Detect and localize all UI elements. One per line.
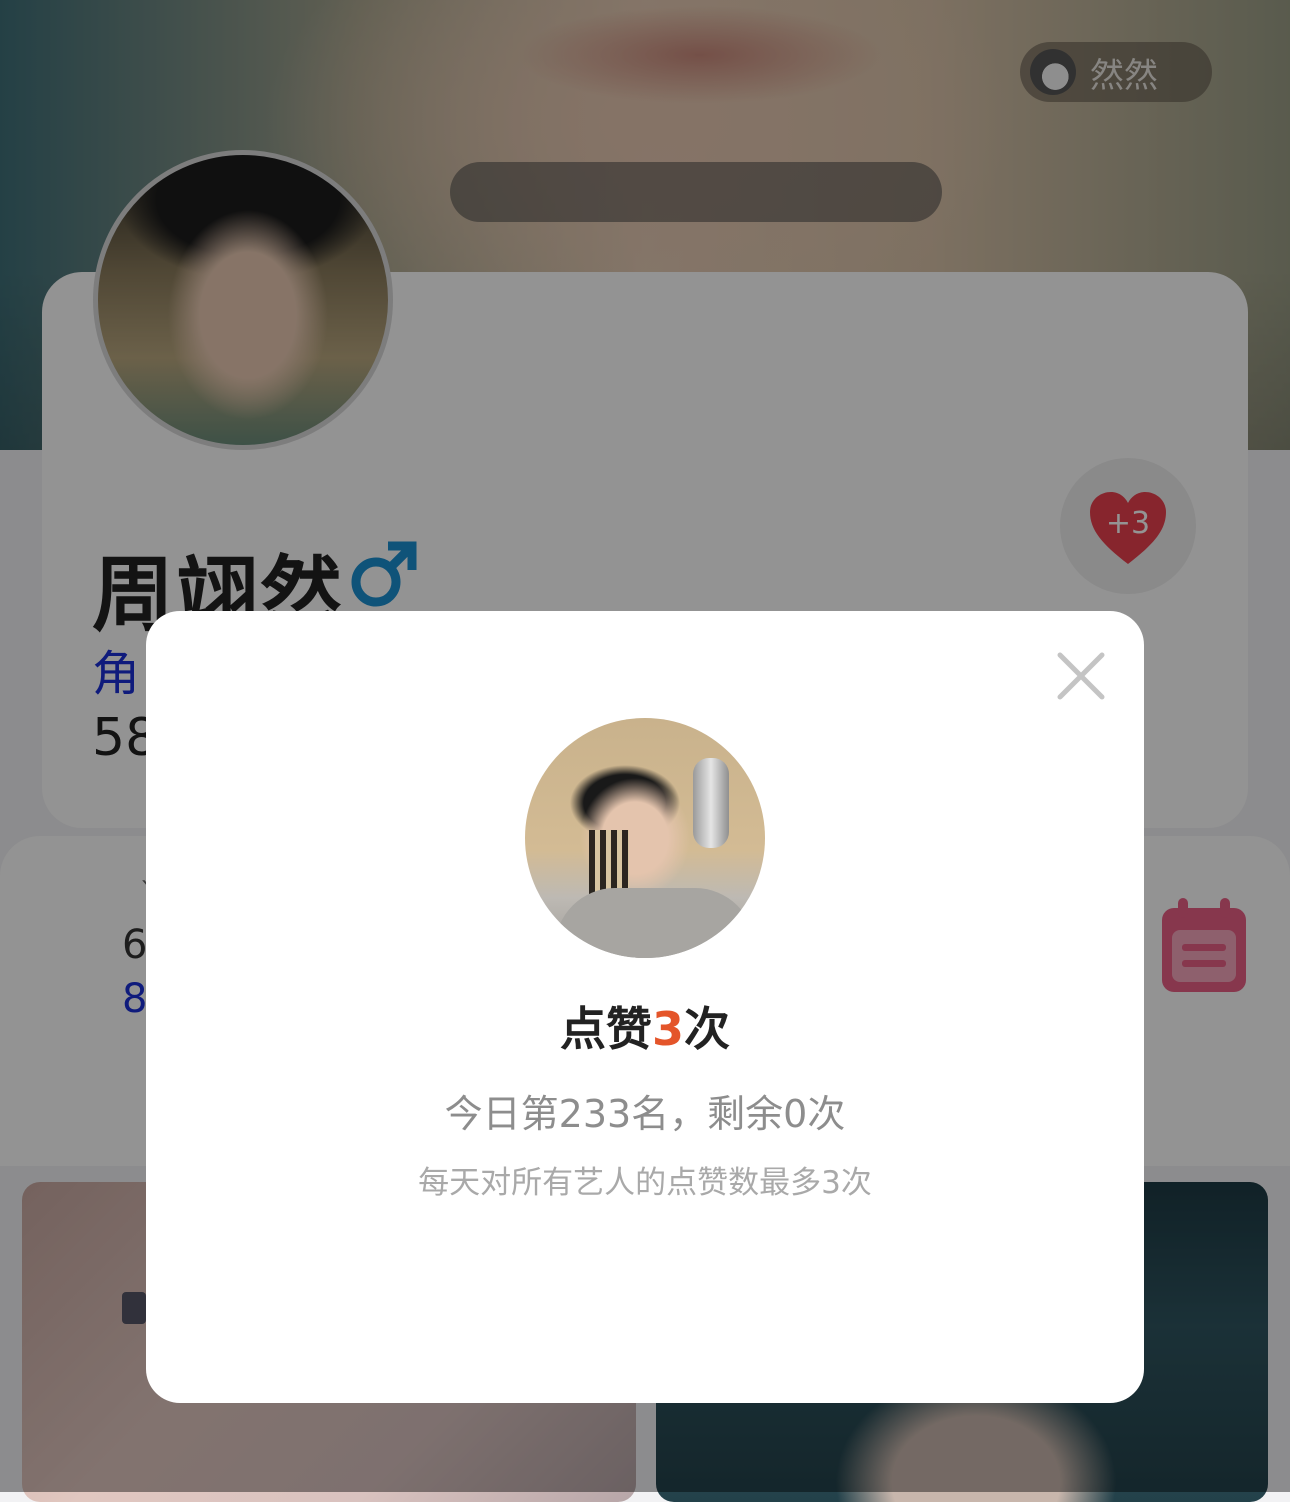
like-result-dialog: 点赞3次 今日第233名，剩余0次 每天对所有艺人的点赞数最多3次 bbox=[146, 611, 1144, 1403]
like-count-number: 3 bbox=[651, 1002, 684, 1056]
title-suffix: 次 bbox=[684, 1002, 730, 1056]
artist-photo bbox=[525, 718, 765, 958]
close-icon[interactable] bbox=[1056, 651, 1106, 701]
like-count-title: 点赞3次 bbox=[146, 993, 1144, 1059]
like-limit-note: 每天对所有艺人的点赞数最多3次 bbox=[418, 1165, 872, 1201]
photo-detail bbox=[555, 888, 755, 958]
microphone-detail bbox=[693, 758, 729, 848]
photo-detail bbox=[589, 830, 629, 894]
title-prefix: 点赞 bbox=[559, 1002, 652, 1056]
daily-rank-text: 今日第233名，剩余0次 bbox=[444, 1092, 846, 1136]
